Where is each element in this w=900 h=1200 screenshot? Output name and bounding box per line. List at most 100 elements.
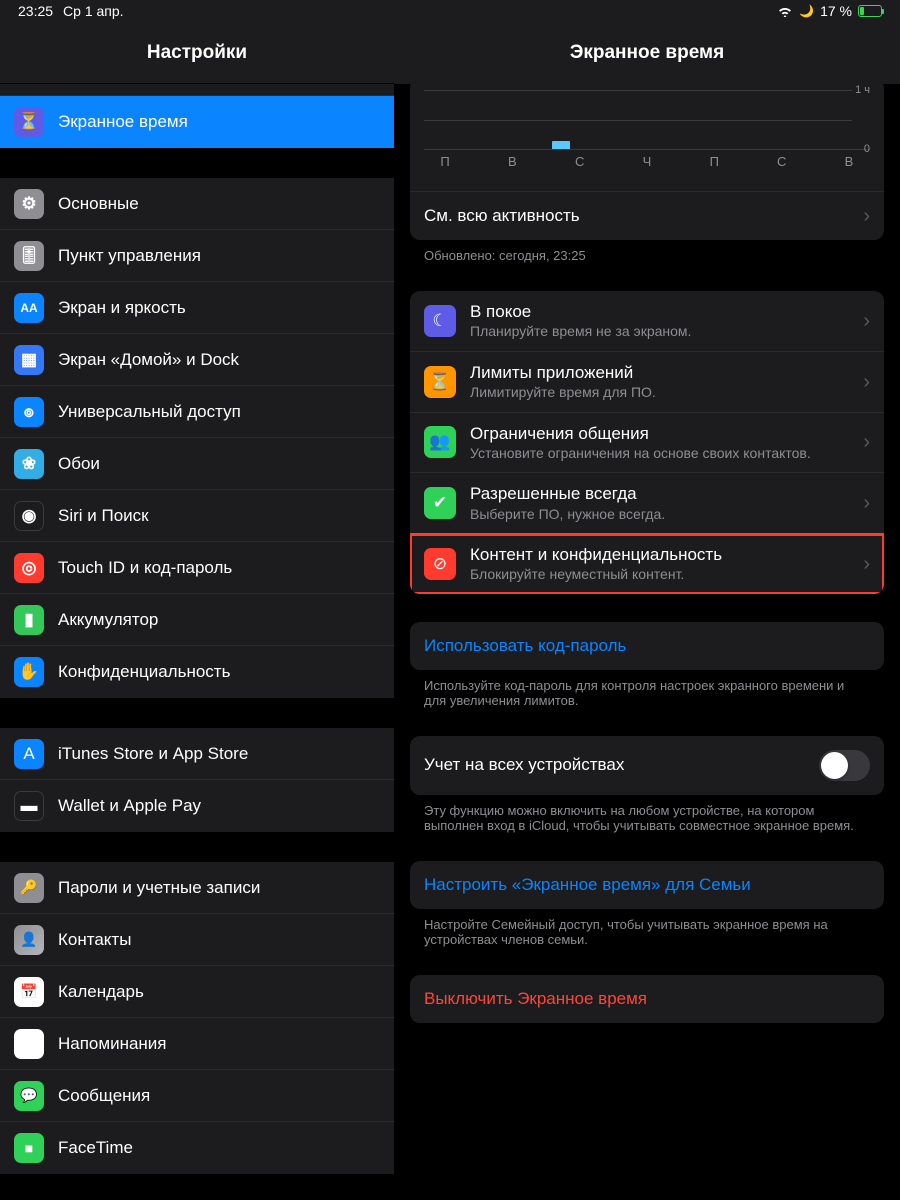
sidebar-item-8[interactable]: ▮ Аккумулятор	[0, 594, 394, 646]
feature-title: В покое	[470, 301, 863, 322]
passwords-icon: 🔑	[14, 873, 44, 903]
chart-x-axis: ПВСЧПСВ	[424, 150, 870, 179]
sidebar-title: Настройки	[147, 42, 247, 64]
always-allowed-icon: ✔︎	[424, 487, 456, 519]
turn-off-button[interactable]: Выключить Экранное время	[410, 975, 884, 1023]
all-devices-desc: Эту функцию можно включить на любом устр…	[410, 795, 884, 833]
wallpaper-icon: ❀	[14, 449, 44, 479]
see-all-activity[interactable]: См. всю активность ›	[410, 191, 884, 240]
chevron-right-icon: ›	[863, 206, 870, 226]
chart-x-label: П	[438, 154, 452, 169]
contacts-icon: 👤	[14, 925, 44, 955]
sidebar-item-label: Экран «Домой» и Dock	[58, 350, 239, 370]
chevron-right-icon: ›	[863, 432, 870, 452]
feature-2[interactable]: 👥 Ограничения общения Установите огранич…	[410, 413, 884, 474]
chevron-right-icon: ›	[863, 372, 870, 392]
sidebar-item-9[interactable]: ✋ Конфиденциальность	[0, 646, 394, 698]
sidebar-item-1[interactable]: 🎚 Пункт управления	[0, 230, 394, 282]
feature-title: Контент и конфиденциальность	[470, 544, 863, 565]
sidebar-item-label: Напоминания	[58, 1034, 167, 1054]
sidebar-item-label: Универсальный доступ	[58, 402, 241, 422]
use-passcode-button[interactable]: Использовать код-пароль	[410, 622, 884, 670]
sidebar-item-label: Пароли и учетные записи	[58, 878, 260, 898]
sidebar-item-store-0[interactable]: A iTunes Store и App Store	[0, 728, 394, 780]
sidebar-item-3[interactable]: ▦ Экран «Домой» и Dock	[0, 334, 394, 386]
sidebar-item-label: Экранное время	[58, 112, 188, 132]
sidebar-item-app-2[interactable]: 📅 Календарь	[0, 966, 394, 1018]
sidebar-item-0[interactable]: ⚙︎ Основные	[0, 178, 394, 230]
app-store-icon: A	[14, 739, 44, 769]
privacy-icon: ✋	[14, 657, 44, 687]
sidebar-item-label: Аккумулятор	[58, 610, 158, 630]
status-time: 23:25	[18, 3, 53, 19]
siri-icon: ◉	[14, 501, 44, 531]
sidebar-item-label: Siri и Поиск	[58, 506, 149, 526]
sidebar-item-app-4[interactable]: 💬 Сообщения	[0, 1070, 394, 1122]
chart-x-label: С	[775, 154, 789, 169]
sidebar-item-label: Touch ID и код-пароль	[58, 558, 232, 578]
battery-icon	[858, 5, 882, 17]
sidebar-item-label: Контакты	[58, 930, 131, 950]
downtime-icon: ☾	[424, 305, 456, 337]
chevron-right-icon: ›	[863, 311, 870, 331]
reminders-icon: ≣	[14, 1029, 44, 1059]
sidebar-item-5[interactable]: ❀ Обои	[0, 438, 394, 490]
feature-title: Ограничения общения	[470, 423, 863, 444]
detail-pane: Экранное время 1 ч 0 ПВСЧПСВ См. всю акт…	[394, 22, 900, 1200]
chart-x-label: В	[842, 154, 856, 169]
sidebar-item-app-5[interactable]: ■ FaceTime	[0, 1122, 394, 1174]
sidebar-item-2[interactable]: AA Экран и яркость	[0, 282, 394, 334]
all-devices-row[interactable]: Учет на всех устройствах	[410, 736, 884, 795]
battery-icon: ▮	[14, 605, 44, 635]
sidebar-item-label: Календарь	[58, 982, 144, 1002]
sidebar-item-6[interactable]: ◉ Siri и Поиск	[0, 490, 394, 542]
home-screen-icon: ▦	[14, 345, 44, 375]
status-bar: 23:25 Ср 1 апр. 🌙 17 %	[0, 0, 900, 22]
sidebar-item-app-0[interactable]: 🔑 Пароли и учетные записи	[0, 862, 394, 914]
detail-title: Экранное время	[570, 42, 724, 64]
sidebar-item-label: Wallet и Apple Pay	[58, 796, 201, 816]
gear-icon: ⚙︎	[14, 189, 44, 219]
sidebar-item-label: FaceTime	[58, 1138, 133, 1158]
sidebar-item-label: Пункт управления	[58, 246, 201, 266]
communication-icon: 👥	[424, 426, 456, 458]
sidebar-item-label: Сообщения	[58, 1086, 150, 1106]
chevron-right-icon: ›	[863, 493, 870, 513]
chart-x-label: П	[707, 154, 721, 169]
all-devices-toggle[interactable]	[819, 750, 870, 781]
wallet-icon: ▬	[14, 791, 44, 821]
feature-subtitle: Планируйте время не за экраном.	[470, 323, 863, 341]
chart-y-top: 1 ч	[855, 84, 870, 96]
features-card: ☾ В покое Планируйте время не за экраном…	[410, 291, 884, 594]
sidebar-item-app-1[interactable]: 👤 Контакты	[0, 914, 394, 966]
messages-icon: 💬	[14, 1081, 44, 1111]
feature-title: Разрешенные всегда	[470, 483, 863, 504]
chart-y-bottom: 0	[864, 143, 870, 155]
sidebar-item-screen-time[interactable]: ⏳ Экранное время	[0, 96, 394, 148]
feature-4[interactable]: ⊘ Контент и конфиденциальность Блокируйт…	[410, 534, 884, 594]
sidebar-item-7[interactable]: ◎ Touch ID и код-пароль	[0, 542, 394, 594]
sidebar-item-label: Основные	[58, 194, 139, 214]
touch-id-icon: ◎	[14, 553, 44, 583]
sidebar-item-4[interactable]: ๏ Универсальный доступ	[0, 386, 394, 438]
feature-0[interactable]: ☾ В покое Планируйте время не за экраном…	[410, 291, 884, 352]
chart-x-label: Ч	[640, 154, 654, 169]
sidebar-item-cut[interactable]	[0, 84, 394, 96]
sidebar-item-store-1[interactable]: ▬ Wallet и Apple Pay	[0, 780, 394, 832]
activity-chart-card: 1 ч 0 ПВСЧПСВ См. всю активность ›	[410, 84, 884, 240]
setup-family-button[interactable]: Настроить «Экранное время» для Семьи	[410, 861, 884, 909]
chevron-right-icon: ›	[863, 554, 870, 574]
sidebar-item-app-3[interactable]: ≣ Напоминания	[0, 1018, 394, 1070]
feature-1[interactable]: ⏳ Лимиты приложений Лимитируйте время дл…	[410, 352, 884, 413]
feature-title: Лимиты приложений	[470, 362, 863, 383]
chart-x-label: С	[573, 154, 587, 169]
display-icon: AA	[14, 293, 44, 323]
settings-sidebar: Настройки ⏳ Экранное время ⚙︎ Основные 🎚…	[0, 22, 394, 1200]
activity-chart: 1 ч 0	[424, 90, 870, 150]
calendar-icon: 📅	[14, 977, 44, 1007]
detail-header: Экранное время	[394, 22, 900, 84]
accessibility-icon: ๏	[14, 397, 44, 427]
family-desc: Настройте Семейный доступ, чтобы учитыва…	[410, 909, 884, 947]
feature-3[interactable]: ✔︎ Разрешенные всегда Выберите ПО, нужно…	[410, 473, 884, 534]
feature-subtitle: Лимитируйте время для ПО.	[470, 384, 863, 402]
